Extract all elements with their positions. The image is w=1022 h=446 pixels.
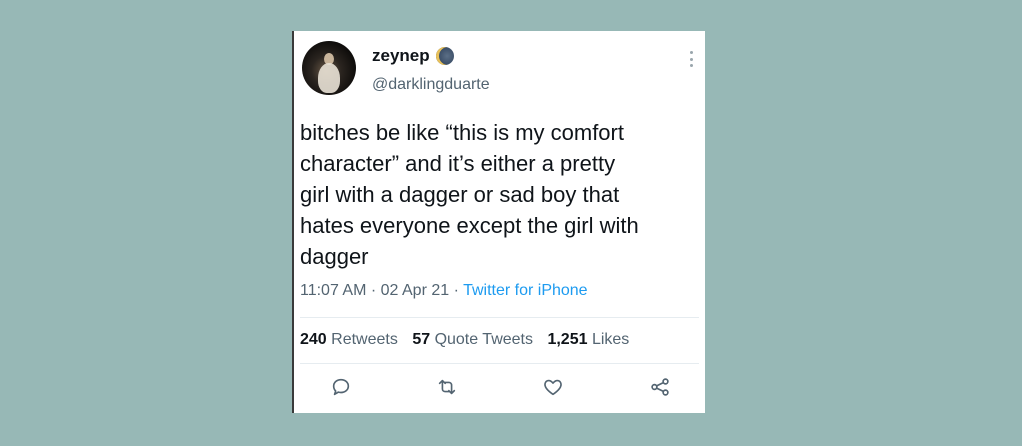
avatar[interactable] [302,41,356,95]
like-button[interactable] [540,374,566,400]
retweets-count: 240 [300,331,327,348]
heart-icon [544,379,562,396]
likes-stat[interactable]: 1,251 Likes [547,331,629,348]
reply-icon [332,378,350,396]
avatar-figure [318,63,340,93]
display-name[interactable]: zeynep [372,46,430,66]
moon-icon [435,47,454,65]
retweets-label: Retweets [331,331,398,348]
meta-separator: · [449,282,464,299]
more-dot [689,64,693,67]
name-row: zeynep [372,46,454,66]
tweet-text: bitches be like “this is my comfort char… [300,120,639,269]
more-dot [689,57,693,61]
tweet-meta: 11:07 AM · 02 Apr 21 · Twitter for iPhon… [300,282,588,300]
likes-label: Likes [591,331,630,348]
divider [300,363,699,364]
likes-count: 1,251 [547,331,588,348]
tweet-date: 02 Apr 21 [380,282,450,299]
reply-button[interactable] [328,374,354,400]
divider [300,317,699,318]
tweet-card: zeynep @darklingduarte bitches be like “… [292,31,705,413]
share-icon [651,378,669,396]
user-handle[interactable]: @darklingduarte [372,76,490,94]
more-dot [689,51,693,54]
meta-separator: · [366,282,381,299]
retweets-stat[interactable]: 240 Retweets [300,331,398,348]
action-bar [294,374,707,404]
quote-tweets-label: Quote Tweets [434,331,533,348]
retweet-icon [438,379,456,395]
tweet-stats: 240 Retweets 57 Quote Tweets 1,251 Likes [300,331,629,349]
quote-tweets-stat[interactable]: 57 Quote Tweets [412,331,533,348]
retweet-button[interactable] [434,374,460,400]
tweet-source-link[interactable]: Twitter for iPhone [463,282,588,299]
share-button[interactable] [647,374,673,400]
more-icon[interactable] [689,51,693,67]
tweet-time: 11:07 AM [300,282,367,299]
quote-tweets-count: 57 [412,331,431,348]
